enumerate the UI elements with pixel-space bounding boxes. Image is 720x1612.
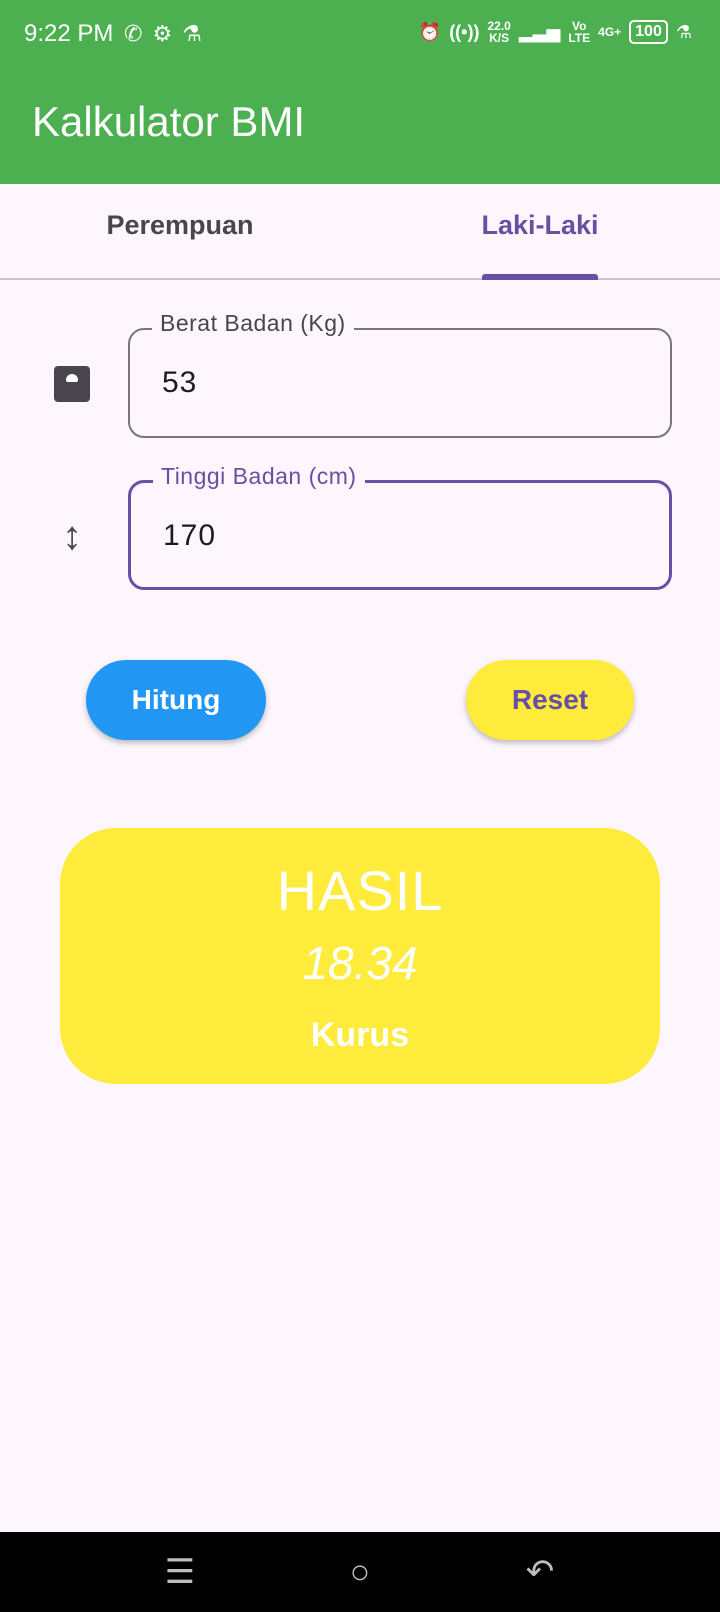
status-time: 9:22 PM bbox=[24, 20, 114, 47]
reset-button[interactable]: Reset bbox=[466, 660, 634, 740]
alarm-icon: ⏰ bbox=[418, 21, 442, 42]
net-speed: 22.0 K/S bbox=[487, 20, 510, 44]
result-bmi-value: 18.34 bbox=[302, 937, 418, 989]
weight-field-value[interactable]: 53 bbox=[162, 366, 197, 400]
status-right-icons: ⏰ ((•)) 22.0 K/S ▂▃▅ Vo LTE 4G+ 100 ⚗ bbox=[419, 20, 692, 44]
flask-icon: ⚗ bbox=[182, 21, 202, 46]
tab-indicator bbox=[482, 274, 598, 280]
battery-saver-icon: ⚗ bbox=[675, 21, 692, 42]
calculate-button[interactable]: Hitung bbox=[86, 660, 266, 740]
result-card: HASIL 18.34 Kurus bbox=[60, 828, 660, 1084]
gender-tabs: Perempuan Laki-Laki bbox=[0, 184, 720, 280]
net-speed-unit: K/S bbox=[489, 31, 510, 45]
signal-icon: ▂▃▅ bbox=[518, 21, 561, 42]
volte-badge: Vo LTE bbox=[568, 20, 590, 44]
battery-indicator: 100 bbox=[629, 20, 668, 44]
weight-field-label: Berat Badan (Kg) bbox=[152, 310, 354, 337]
home-icon[interactable]: ○ bbox=[330, 1546, 390, 1598]
app-bar: 9:22 PM ✆ ⚙ ⚗ ⏰ ((•)) 22.0 K/S ▂▃▅ Vo LT… bbox=[0, 0, 720, 184]
network-type: 4G+ bbox=[598, 25, 622, 39]
scale-icon bbox=[54, 366, 90, 402]
height-field-label: Tinggi Badan (cm) bbox=[153, 463, 365, 490]
system-nav-bar: ☰ ○ ↶ bbox=[0, 1532, 720, 1612]
height-icon: ↕ bbox=[62, 514, 82, 558]
back-icon[interactable]: ↶ bbox=[510, 1546, 570, 1598]
menu-icon[interactable]: ☰ bbox=[150, 1546, 210, 1598]
tab-perempuan[interactable]: Perempuan bbox=[0, 210, 360, 241]
tab-laki-laki[interactable]: Laki-Laki bbox=[360, 210, 720, 241]
result-category: Kurus bbox=[310, 1016, 410, 1054]
status-left-icons: ✆ ⚙ ⚗ bbox=[124, 20, 202, 48]
page-title: Kalkulator BMI bbox=[32, 98, 306, 145]
height-field[interactable]: Tinggi Badan (cm) 170 bbox=[128, 463, 672, 590]
height-field-value[interactable]: 170 bbox=[163, 519, 216, 553]
settings-icon: ⚙ bbox=[152, 21, 173, 46]
weight-field[interactable]: Berat Badan (Kg) 53 bbox=[128, 310, 672, 438]
whatsapp-icon: ✆ bbox=[124, 21, 143, 46]
status-bar: 9:22 PM ✆ ⚙ ⚗ ⏰ ((•)) 22.0 K/S ▂▃▅ Vo LT… bbox=[0, 0, 720, 72]
result-heading: HASIL bbox=[276, 859, 444, 922]
volte-bottom: LTE bbox=[568, 31, 591, 45]
hotspot-icon: ((•)) bbox=[449, 21, 480, 42]
